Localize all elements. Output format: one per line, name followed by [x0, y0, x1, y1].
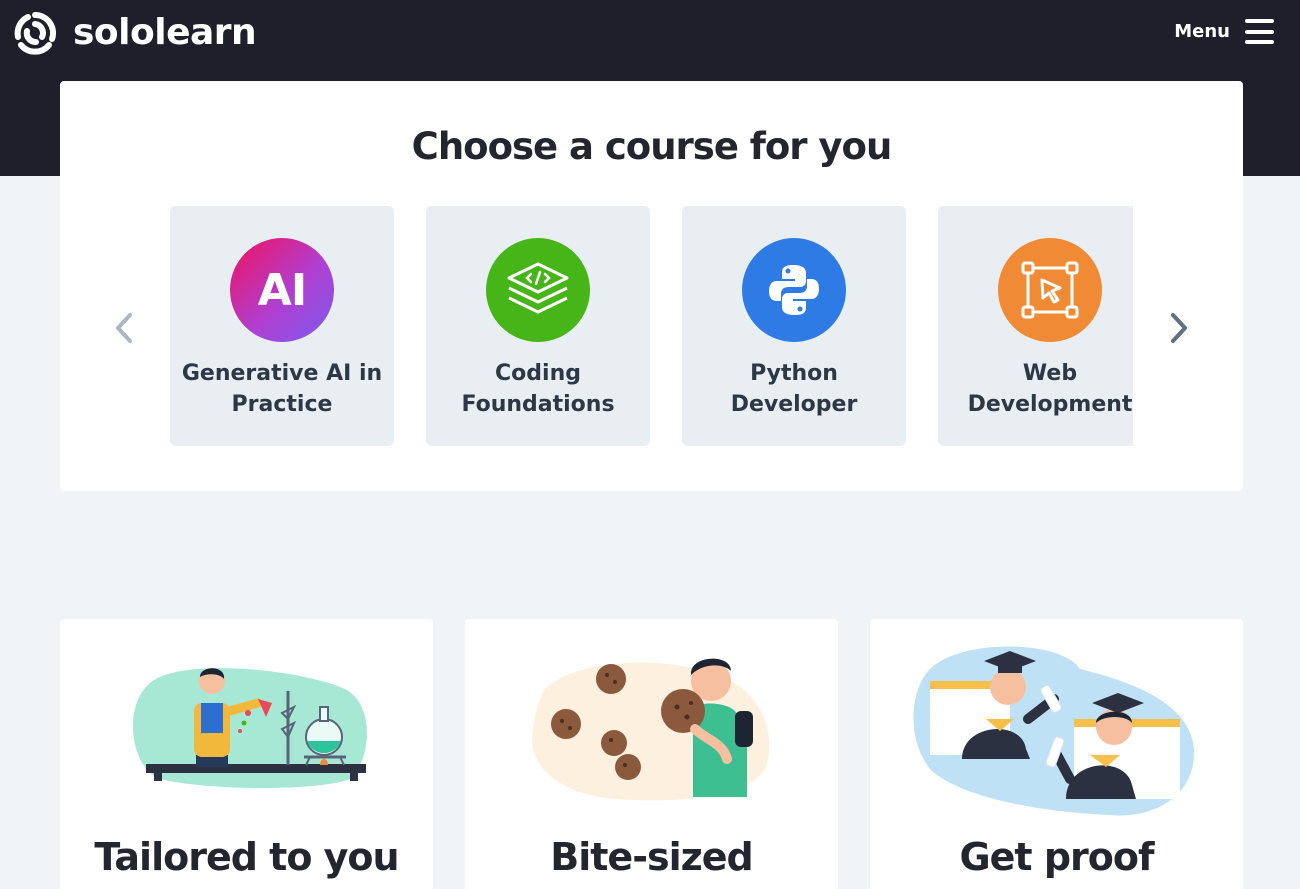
feature-title: Tailored to you — [94, 835, 399, 879]
section-title: Choose a course for you — [411, 125, 893, 168]
carousel-prev-button[interactable] — [106, 306, 142, 350]
course-card-coding-foundations[interactable]: Coding Foundations — [426, 206, 650, 446]
ai-icon: AI — [230, 238, 334, 342]
sololearn-logo-icon — [14, 11, 57, 55]
menu-button[interactable]: Menu — [1174, 19, 1274, 44]
python-icon — [742, 238, 846, 342]
sololearn-logo[interactable]: sololearn — [11, 9, 257, 57]
feature-card-tailored: Tailored to you — [60, 619, 433, 889]
carousel-next-button[interactable] — [1161, 306, 1197, 350]
feature-title: Get proof — [959, 835, 1154, 879]
cursor-select-icon — [998, 238, 1102, 342]
course-carousel: AI Generative AI in Practice Coding Foun… — [170, 206, 1133, 446]
ai-icon-text: AI — [257, 264, 307, 316]
code-stack-icon — [486, 238, 590, 342]
feature-card-bite-sized: Bite-sized — [465, 619, 838, 889]
feature-title: Bite-sized — [550, 835, 753, 879]
hamburger-icon — [1245, 19, 1274, 44]
menu-label: Menu — [1174, 21, 1230, 42]
cookie-eating-illustration — [531, 658, 770, 801]
course-card-generative-ai[interactable]: AI Generative AI in Practice — [170, 206, 394, 446]
scientist-lab-illustration — [132, 668, 368, 788]
course-card-web-development[interactable]: Web Development — [938, 206, 1133, 446]
brand-name: sololearn — [73, 12, 257, 53]
course-card-python-developer[interactable]: Python Developer — [682, 206, 906, 446]
course-name: Coding Foundations — [461, 361, 615, 417]
graduates-illustration — [913, 646, 1195, 816]
course-chooser-panel: Choose a course for you AI Generative AI… — [60, 81, 1243, 491]
chevron-right-icon — [1171, 313, 1187, 343]
chevron-left-icon — [116, 313, 132, 343]
course-name: Python Developer — [730, 361, 858, 417]
course-name: Web Development — [967, 361, 1133, 417]
feature-card-get-proof: Get proof — [870, 619, 1243, 889]
course-name: Generative AI in Practice — [181, 361, 383, 417]
